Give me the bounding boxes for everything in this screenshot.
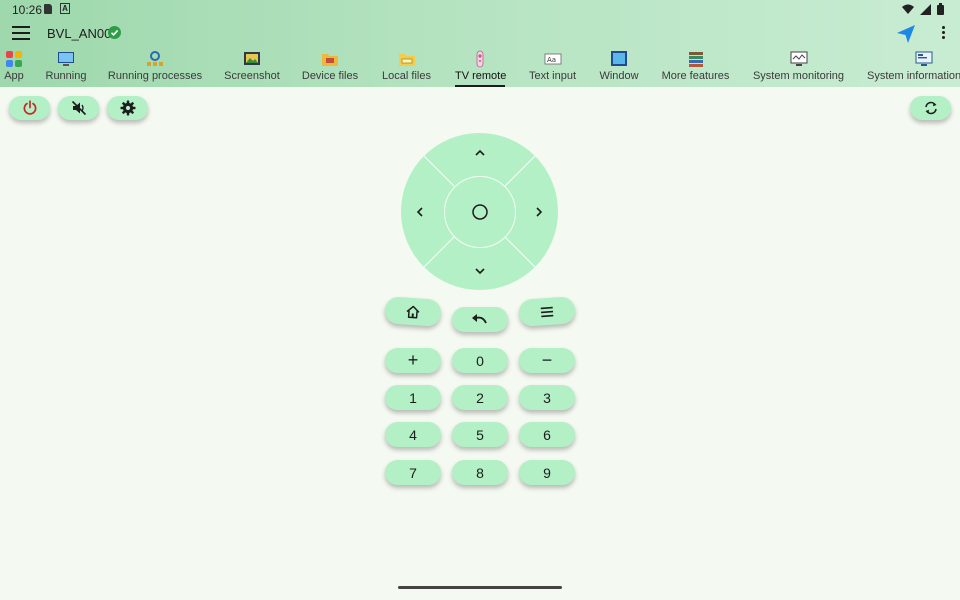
system-monitor-icon	[790, 51, 807, 66]
digit-3-button[interactable]: 3	[519, 385, 575, 410]
digit-7-button[interactable]: 7	[385, 460, 441, 485]
text-input-icon: Aa	[544, 53, 561, 65]
digit-9-button[interactable]: 9	[519, 460, 575, 485]
volume-up-button[interactable]: +	[385, 348, 441, 373]
tab-device-files[interactable]: Device files	[300, 48, 360, 87]
refresh-button[interactable]	[910, 96, 951, 120]
menu-lines-icon	[540, 306, 554, 317]
digit-4-button[interactable]: 4	[385, 422, 441, 447]
local-folder-icon	[398, 54, 415, 66]
mute-button[interactable]	[58, 96, 99, 120]
dpad-down-button[interactable]	[465, 256, 495, 286]
tab-label: TV remote	[455, 70, 507, 82]
tab-label: Screenshot	[224, 70, 280, 82]
digit-6-button[interactable]: 6	[519, 422, 575, 447]
tab-screenshot[interactable]: Screenshot	[221, 48, 283, 87]
status-time: 10:26	[12, 3, 43, 17]
remote-icon	[476, 50, 484, 68]
tab-window[interactable]: Window	[597, 48, 641, 87]
app-grid-icon	[6, 51, 22, 67]
home-icon	[406, 305, 420, 319]
tab-label: More features	[661, 70, 730, 82]
app-bar: BVL_AN00	[0, 20, 960, 48]
monitor-icon	[58, 52, 74, 66]
more-options-icon[interactable]	[940, 26, 946, 42]
volume-mute-icon	[71, 100, 86, 116]
top-bar: 10:26 A BVL_AN00 App Running Running pro…	[0, 0, 960, 87]
gear-icon	[120, 100, 135, 116]
tab-system-monitoring[interactable]: System monitoring	[750, 48, 847, 87]
digit-5-button[interactable]: 5	[452, 422, 508, 447]
dpad-ok-button[interactable]	[444, 176, 516, 248]
back-button[interactable]	[452, 307, 508, 332]
power-button[interactable]	[9, 96, 50, 120]
device-name: BVL_AN00	[47, 26, 112, 41]
chevron-left-icon	[416, 207, 423, 217]
refresh-icon	[924, 101, 937, 115]
tab-system-information[interactable]: System information	[867, 48, 960, 87]
tab-label: App	[4, 70, 24, 82]
system-info-icon	[915, 51, 933, 66]
tab-tv-remote[interactable]: TV remote	[455, 48, 507, 87]
gesture-navigation-bar[interactable]	[398, 586, 562, 589]
tab-label: Running	[45, 70, 87, 82]
wifi-icon	[902, 4, 914, 14]
chevron-right-icon	[536, 207, 543, 217]
screenshot-icon	[244, 52, 260, 65]
chevron-down-icon	[475, 268, 485, 275]
folder-icon	[322, 54, 338, 66]
dpad-right-button[interactable]	[524, 197, 554, 227]
active-tab-indicator	[455, 85, 505, 87]
digit-8-button[interactable]: 8	[452, 460, 508, 485]
tab-label: Text input	[528, 70, 577, 82]
tab-label: Device files	[301, 70, 359, 82]
home-button[interactable]	[384, 296, 442, 327]
status-bar: 10:26 A	[0, 0, 960, 20]
chevron-up-icon	[475, 149, 485, 156]
undo-back-icon	[472, 313, 487, 323]
window-icon	[611, 51, 627, 66]
processes-gear-icon	[147, 51, 163, 66]
hamburger-menu-icon[interactable]	[12, 26, 30, 40]
digit-1-button[interactable]: 1	[385, 385, 441, 410]
status-icons	[902, 3, 944, 15]
tab-bar: App Running Running processes Screenshot…	[0, 48, 960, 87]
circle-ok-icon	[472, 204, 488, 220]
svg-text:Aa: Aa	[547, 56, 556, 64]
tab-label: Window	[599, 70, 639, 82]
tab-label: Running processes	[107, 70, 203, 82]
tab-running[interactable]: Running	[42, 48, 90, 87]
verified-check-icon	[108, 26, 121, 39]
tab-label: Local files	[382, 70, 431, 82]
tab-running-processes[interactable]: Running processes	[106, 48, 204, 87]
digit-2-button[interactable]: 2	[452, 385, 508, 410]
keyboard-a-icon: A	[60, 3, 70, 14]
tab-label: System monitoring	[752, 70, 845, 82]
tab-text-input[interactable]: Aa Text input	[525, 48, 580, 87]
send-icon[interactable]	[896, 24, 916, 44]
settings-button[interactable]	[107, 96, 148, 120]
signal-icon	[920, 3, 931, 15]
volume-down-button[interactable]: −	[519, 348, 575, 373]
dpad-left-button[interactable]	[405, 197, 435, 227]
tab-more-features[interactable]: More features	[659, 48, 732, 87]
sd-card-icon	[44, 4, 52, 14]
digit-0-button[interactable]: 0	[452, 348, 508, 373]
dpad-up-button[interactable]	[465, 138, 495, 168]
battery-icon	[937, 3, 944, 15]
menu-button[interactable]	[518, 296, 576, 327]
stack-icon	[688, 52, 703, 67]
power-icon	[23, 100, 36, 115]
tab-app[interactable]: App	[0, 48, 28, 87]
tab-label: System information	[867, 70, 960, 82]
tab-local-files[interactable]: Local files	[379, 48, 434, 87]
